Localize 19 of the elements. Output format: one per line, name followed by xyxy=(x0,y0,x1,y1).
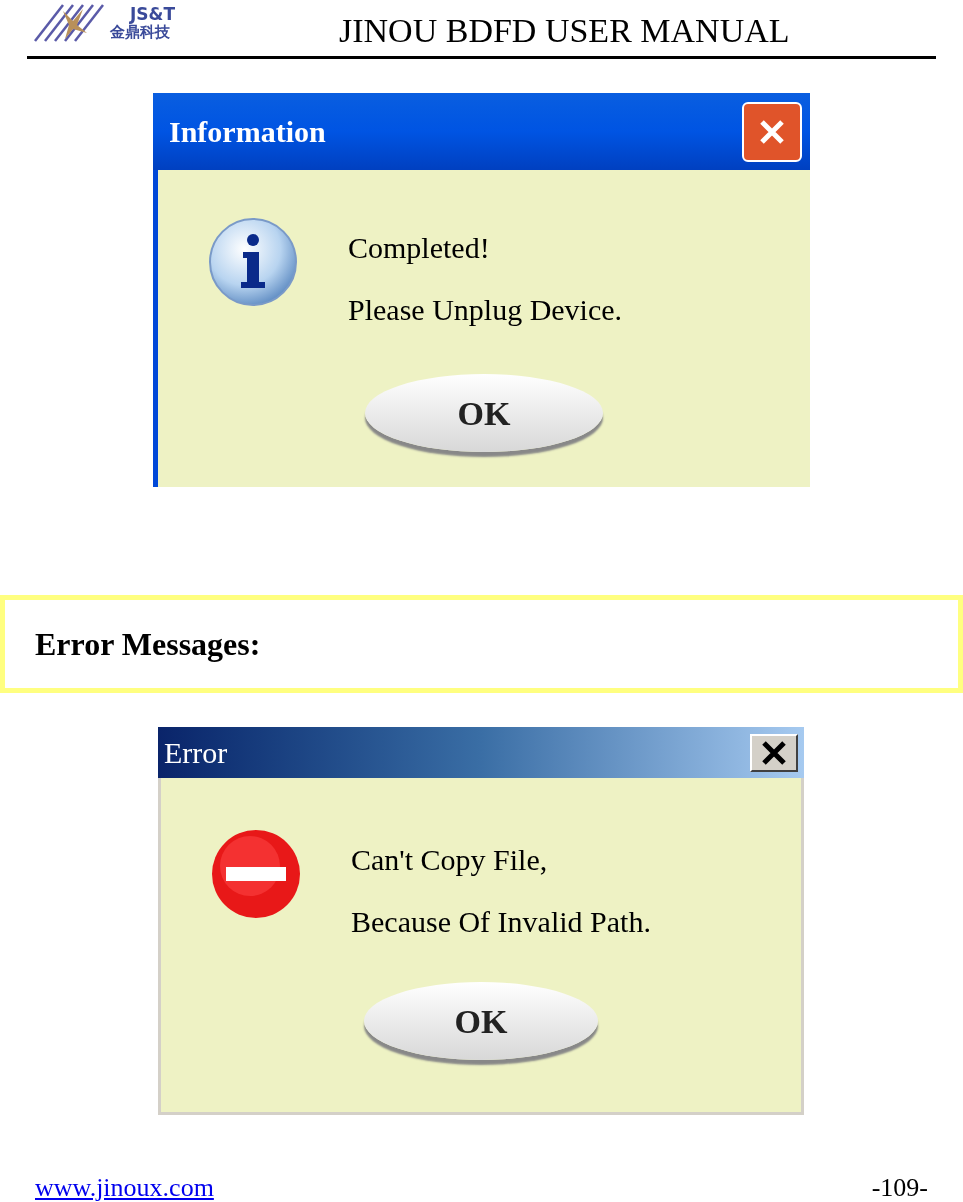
message-text: Completed! xyxy=(348,230,491,266)
message-text: Please Unplug Device. xyxy=(348,292,623,328)
ok-button[interactable]: OK xyxy=(365,374,603,452)
close-icon xyxy=(761,739,787,766)
stop-icon xyxy=(210,828,302,920)
window-title: Information xyxy=(169,114,326,150)
manual-title: JINOU BDFD USER MANUAL xyxy=(339,14,790,48)
logo-text: JS&T xyxy=(130,6,175,23)
message-text: Because Of Invalid Path. xyxy=(351,904,651,940)
message-text: Can't Copy File, xyxy=(351,842,549,878)
website-link[interactable]: www.jinoux.com xyxy=(35,1168,214,1202)
ok-button[interactable]: OK xyxy=(364,982,598,1060)
window-title: Error xyxy=(164,735,228,771)
info-icon xyxy=(207,216,299,308)
section-heading: Error Messages: xyxy=(35,625,261,664)
page-number: -109- xyxy=(871,1172,928,1202)
close-icon xyxy=(759,118,785,145)
logo-subtext: 金鼎科技 xyxy=(110,25,170,40)
close-button[interactable] xyxy=(750,733,798,772)
